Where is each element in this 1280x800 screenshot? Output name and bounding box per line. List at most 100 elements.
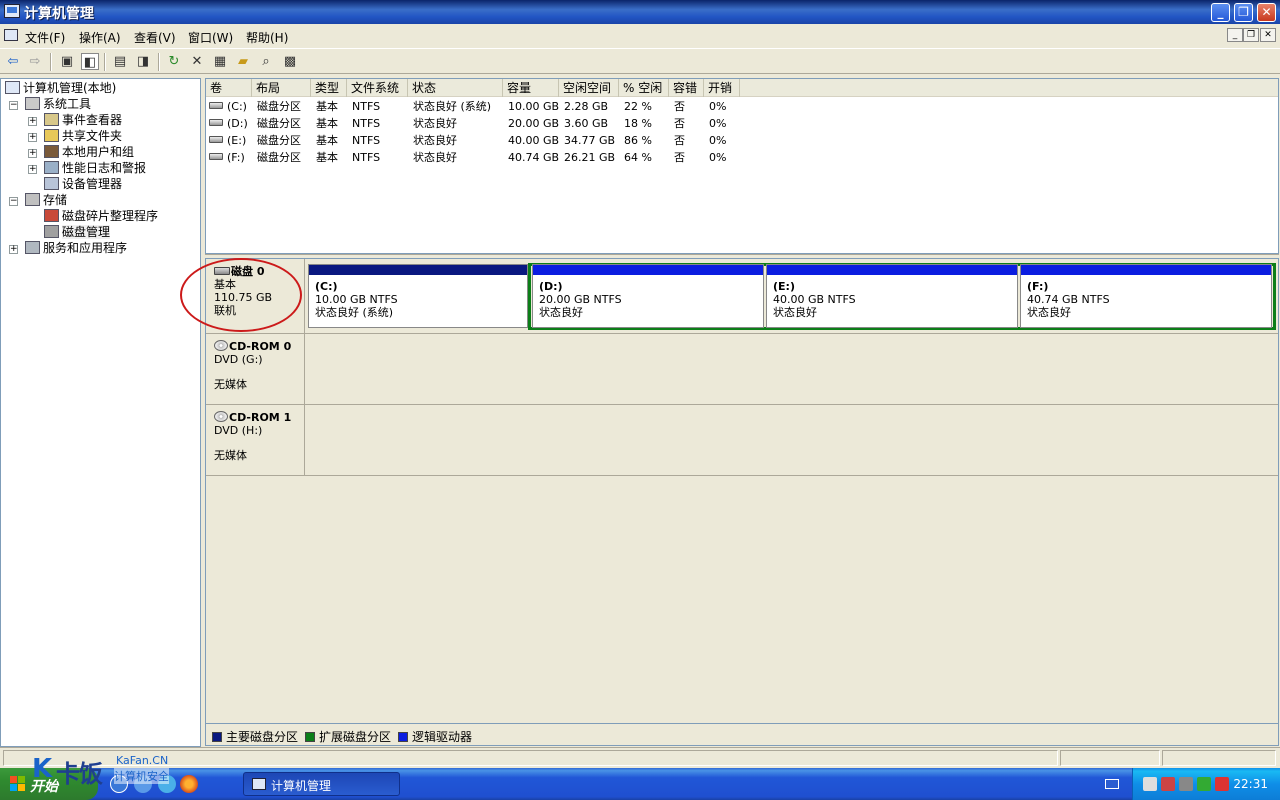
firefox-icon[interactable] <box>180 775 198 793</box>
keyboard-icon[interactable] <box>1105 779 1119 789</box>
close-button[interactable]: ✕ <box>1257 3 1276 22</box>
watermark-tagline: 计算机安全 <box>114 768 169 784</box>
computer-management-icon <box>252 778 266 790</box>
expander-system-tools[interactable]: − <box>9 101 18 110</box>
forward-arrow-icon[interactable]: ⇨ <box>26 53 44 70</box>
back-arrow-icon[interactable]: ⇦ <box>4 53 22 70</box>
table-row[interactable]: (C:) 磁盘分区 基本 NTFS 状态良好 (系统) 10.00 GB 2.2… <box>206 98 1278 115</box>
system-menu-icon[interactable] <box>4 29 18 41</box>
up-folder-icon[interactable]: ▣ <box>58 53 76 70</box>
menu-window[interactable]: 窗口(W) <box>188 29 233 46</box>
refresh-icon[interactable]: ↻ <box>165 53 183 70</box>
tree-services[interactable]: 服务和应用程序 <box>25 241 127 256</box>
table-row[interactable]: (D:) 磁盘分区 基本 NTFS 状态良好 20.00 GB 3.60 GB … <box>206 115 1278 132</box>
col-percent-free[interactable]: % 空闲 <box>619 79 669 97</box>
menu-help[interactable]: 帮助(H) <box>246 29 288 46</box>
settings-icon[interactable]: ▩ <box>281 53 299 70</box>
expander-shared-folders[interactable]: + <box>28 133 37 142</box>
storage-icon <box>25 193 40 206</box>
expander-event-viewer[interactable]: + <box>28 117 37 126</box>
logical-drive-bar <box>533 265 763 275</box>
col-overhead[interactable]: 开销 <box>704 79 740 97</box>
expander-perf-logs[interactable]: + <box>28 165 37 174</box>
status-segment-2 <box>1060 750 1160 766</box>
expander-storage[interactable]: − <box>9 197 18 206</box>
menu-action[interactable]: 操作(A) <box>79 29 121 46</box>
event-viewer-icon <box>44 113 59 126</box>
col-fault-tolerance[interactable]: 容错 <box>669 79 704 97</box>
status-bar <box>0 747 1280 768</box>
drive-icon <box>209 153 223 160</box>
cdrom-1-info[interactable]: CD-ROM 1 DVD (H:) 无媒体 <box>206 405 305 475</box>
col-filesystem[interactable]: 文件系统 <box>347 79 408 97</box>
child-restore-button[interactable]: ❐ <box>1243 28 1259 42</box>
show-tree-icon[interactable]: ◧ <box>81 53 99 70</box>
cdrom-1-row: CD-ROM 1 DVD (H:) 无媒体 <box>206 405 1278 476</box>
watermark-site: KaFan.CN <box>116 754 169 767</box>
expander-services[interactable]: + <box>9 245 18 254</box>
network-icon[interactable] <box>1143 777 1157 791</box>
child-close-button[interactable]: ✕ <box>1260 28 1276 42</box>
toolbar: ⇦ ⇨ ▣ ◧ ▤ ◨ ↻ ✕ ▦ ▰ ⌕ ▩ <box>0 48 1280 74</box>
drive-icon <box>209 102 223 109</box>
col-capacity[interactable]: 容量 <box>503 79 559 97</box>
partition-f[interactable]: (F:) 40.74 GB NTFS 状态良好 <box>1020 264 1272 328</box>
primary-partition-bar <box>309 265 527 275</box>
partition-d[interactable]: (D:) 20.00 GB NTFS 状态良好 <box>532 264 764 328</box>
menu-file[interactable]: 文件(F) <box>25 29 65 46</box>
restore-button[interactable]: ❐ <box>1234 3 1253 22</box>
partition-e[interactable]: (E:) 40.00 GB NTFS 状态良好 <box>766 264 1018 328</box>
tree-device-manager[interactable]: 设备管理器 <box>44 177 122 192</box>
cdrom-1-area <box>306 405 1278 475</box>
col-layout[interactable]: 布局 <box>252 79 311 97</box>
defrag-icon <box>44 209 59 222</box>
cdrom-0-info[interactable]: CD-ROM 0 DVD (G:) 无媒体 <box>206 334 305 404</box>
disk-view: 磁盘 0 基本 110.75 GB 联机 (C:) 10.00 GB NTFS … <box>205 258 1279 724</box>
properties-sheet-icon[interactable]: ▦ <box>211 53 229 70</box>
properties-icon[interactable]: ▤ <box>111 53 129 70</box>
col-type[interactable]: 类型 <box>311 79 347 97</box>
security-icon[interactable] <box>1197 777 1211 791</box>
logical-drive-bar <box>1021 265 1271 275</box>
table-row[interactable]: (F:) 磁盘分区 基本 NTFS 状态良好 40.74 GB 26.21 GB… <box>206 149 1278 166</box>
menu-view[interactable]: 查看(V) <box>134 29 176 46</box>
system-tray: 22:31 <box>1132 768 1280 800</box>
kafan-watermark: K 卡饭 KaFan.CN 计算机安全 <box>32 752 182 798</box>
search-icon[interactable]: ⌕ <box>257 53 275 70</box>
col-free-space[interactable]: 空闲空间 <box>559 79 619 97</box>
volume-icon[interactable] <box>1179 777 1193 791</box>
taskbar-item-computer-management[interactable]: 计算机管理 <box>243 772 400 796</box>
child-minimize-button[interactable]: _ <box>1227 28 1243 42</box>
tree-disk-management[interactable]: 磁盘管理 <box>44 225 111 240</box>
drive-icon <box>209 119 223 126</box>
col-volume[interactable]: 卷 <box>206 79 252 97</box>
window-title: 计算机管理 <box>24 6 94 22</box>
tree-defrag[interactable]: 磁盘碎片整理程序 <box>44 209 158 224</box>
clock[interactable]: 22:31 <box>1233 777 1268 791</box>
expander-local-users[interactable]: + <box>28 149 37 158</box>
status-segment-3 <box>1162 750 1276 766</box>
col-status[interactable]: 状态 <box>408 79 503 97</box>
antivirus-icon[interactable] <box>1215 777 1229 791</box>
tree-local-users[interactable]: 本地用户和组 <box>44 145 134 160</box>
table-row[interactable]: (E:) 磁盘分区 基本 NTFS 状态良好 40.00 GB 34.77 GB… <box>206 132 1278 149</box>
taskbar: 开始 计算机管理 22:31 <box>0 768 1280 800</box>
delete-icon[interactable]: ✕ <box>188 53 206 70</box>
tree-event-viewer[interactable]: 事件查看器 <box>44 113 122 128</box>
partition-c[interactable]: (C:) 10.00 GB NTFS 状态良好 (系统) <box>308 264 528 328</box>
network-disconnected-icon[interactable] <box>1161 777 1175 791</box>
menu-bar: 文件(F) 操作(A) 查看(V) 窗口(W) 帮助(H) _ ❐ ✕ <box>0 26 1280 47</box>
tree-storage[interactable]: 存储 <box>25 193 67 208</box>
tree-perf-logs[interactable]: 性能日志和警报 <box>44 161 146 176</box>
minimize-button[interactable]: _ <box>1211 3 1230 22</box>
computer-management-icon <box>4 4 20 18</box>
legend-primary: 主要磁盘分区 <box>212 728 298 745</box>
cd-drive-icon <box>214 340 228 351</box>
console-tree-icon[interactable]: ◨ <box>134 53 152 70</box>
open-folder-icon[interactable]: ▰ <box>234 53 252 70</box>
tree-system-tools[interactable]: 系统工具 <box>25 97 91 112</box>
tree-shared-folders[interactable]: 共享文件夹 <box>44 129 122 144</box>
volume-list-header: 卷 布局 类型 文件系统 状态 容量 空闲空间 % 空闲 容错 开销 <box>206 79 1278 97</box>
tree-root[interactable]: 计算机管理(本地) <box>5 81 116 96</box>
legend-logical: 逻辑驱动器 <box>398 728 472 745</box>
